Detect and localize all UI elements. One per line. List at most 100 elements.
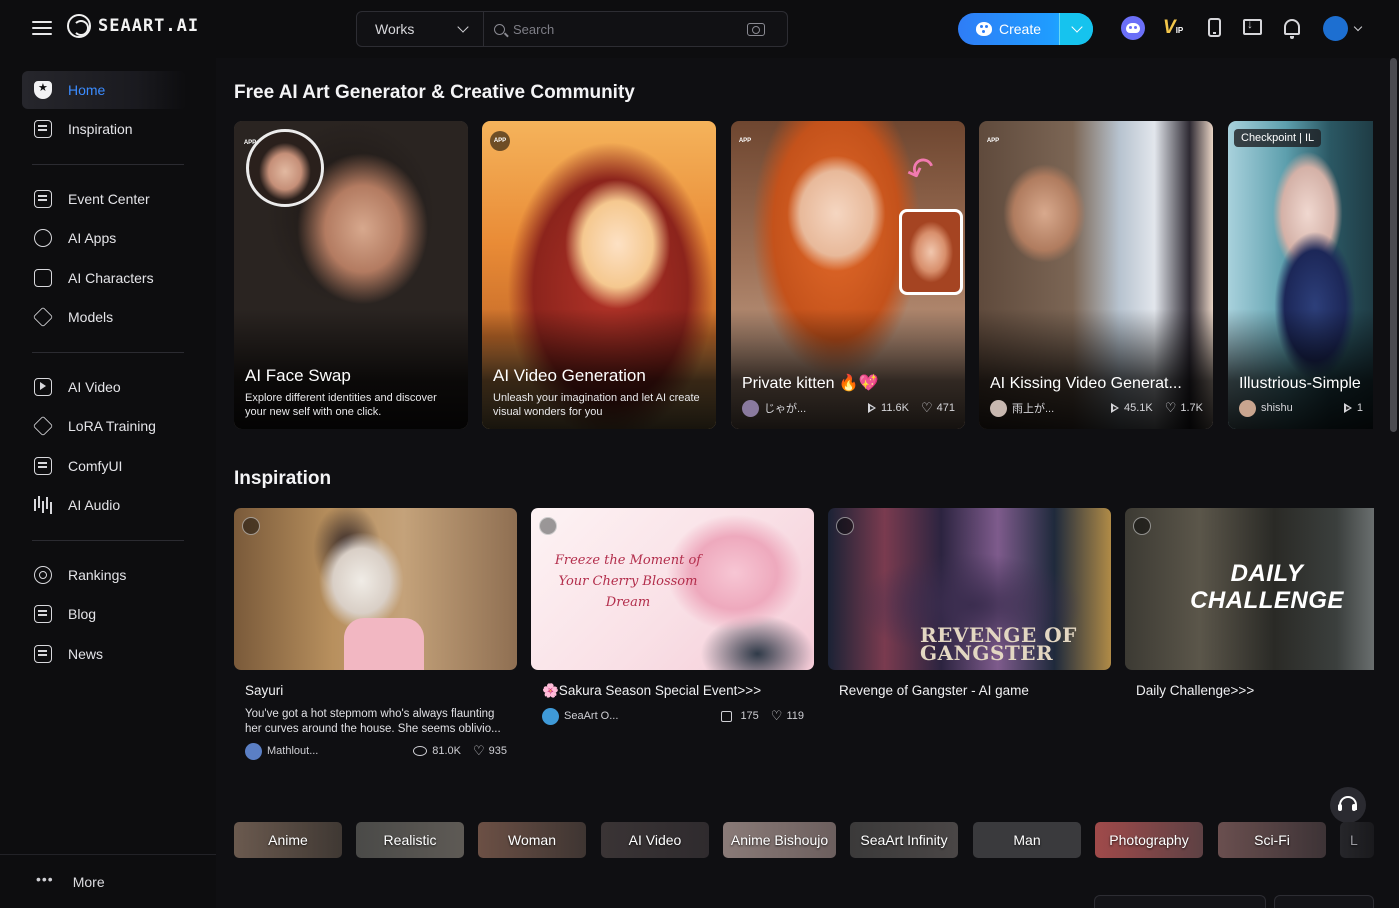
sidebar-item-lora-training[interactable]: LoRA Training <box>22 407 186 445</box>
face-preview <box>899 209 963 295</box>
author-name[interactable]: 雨上が... <box>1012 400 1111 416</box>
chip-ai-video[interactable]: AI Video <box>601 822 709 858</box>
create-label: Create <box>998 21 1042 37</box>
author-avatar[interactable] <box>542 707 559 725</box>
comfyui-icon <box>34 457 52 475</box>
heart-icon[interactable]: ♡ <box>921 401 933 414</box>
logo[interactable]: SEAART.AI <box>67 14 199 38</box>
sidebar-item-label: Blog <box>68 606 97 622</box>
inspiration-card-sakura[interactable]: Freeze the Moment of Your Cherry Blossom… <box>531 508 814 670</box>
chat-count: 81.0K <box>432 745 461 757</box>
sidebar-item-ai-apps[interactable]: AI Apps <box>22 219 186 257</box>
sidebar-item-blog[interactable]: Blog <box>22 595 186 633</box>
mobile-app-icon[interactable] <box>1208 18 1221 37</box>
create-main-button[interactable]: Create <box>958 13 1059 45</box>
play-count: 1 <box>1356 402 1363 414</box>
chip-sci-fi[interactable]: Sci-Fi <box>1218 822 1326 858</box>
filter-button[interactable] <box>1274 895 1374 908</box>
author-avatar[interactable] <box>245 742 262 760</box>
sidebar-item-label: ComfyUI <box>68 458 123 474</box>
author-avatar[interactable] <box>1239 399 1256 417</box>
thumbs-up-icon[interactable] <box>721 710 733 722</box>
work-card-illustrious[interactable]: Checkpoint | IL Illustrious-Simple shish… <box>1228 121 1373 429</box>
app-card-face-swap[interactable]: APP AI Face Swap Explore different ident… <box>234 121 468 429</box>
inspiration-card-title[interactable]: Sayuri <box>245 683 283 698</box>
play-count: 11.6K <box>881 402 909 414</box>
inspiration-card-title[interactable]: Daily Challenge>>> <box>1136 683 1254 698</box>
sidebar-item-ai-audio[interactable]: AI Audio <box>22 486 186 524</box>
chip-photography[interactable]: Photography <box>1095 822 1203 858</box>
search-filter-value: Works <box>375 21 415 37</box>
app-card-video-generation[interactable]: APP AI Video Generation Unleash your ima… <box>482 121 716 429</box>
sidebar-item-inspiration[interactable]: Inspiration <box>22 110 186 148</box>
customer-support-icon[interactable] <box>1330 787 1366 823</box>
inspiration-card-title[interactable]: 🌸Sakura Season Special Event>>> <box>542 683 761 699</box>
search-input[interactable] <box>513 21 743 37</box>
discord-icon[interactable] <box>1121 16 1145 40</box>
card-image-text: REVENGE OF GANGSTER <box>920 623 1077 665</box>
create-button[interactable]: Create <box>958 13 1093 45</box>
sidebar-item-event-center[interactable]: Event Center <box>22 180 186 218</box>
inspiration-card-gangster[interactable]: REVENGE OF GANGSTER <box>828 508 1111 670</box>
inspiration-card-meta: Mathlout... 81.0K ♡ 935 <box>245 742 507 760</box>
inspiration-card-title[interactable]: Revenge of Gangster - AI game <box>839 683 1029 698</box>
sidebar-item-rankings[interactable]: Rankings <box>22 556 186 594</box>
inspiration-card-sayuri[interactable] <box>234 508 517 670</box>
chip-more[interactable]: L <box>1340 822 1374 858</box>
menu-icon[interactable] <box>32 18 52 38</box>
search-icon <box>494 23 505 35</box>
sidebar-item-models[interactable]: Models <box>22 298 186 336</box>
heart-icon[interactable]: ♡ <box>473 744 485 757</box>
work-card-private-kitten[interactable]: ↶ APP Private kitten 🔥💖 じゃが... 11.6K ♡ 4… <box>731 121 965 429</box>
notification-bell-icon[interactable] <box>1284 19 1300 39</box>
author-name[interactable]: shishu <box>1261 402 1344 414</box>
card-description: Unleash your imagination and let AI crea… <box>493 392 700 418</box>
author-name[interactable]: SeaArt O... <box>564 710 721 722</box>
heart-icon[interactable]: ♡ <box>771 709 783 722</box>
heart-icon[interactable]: ♡ <box>1165 401 1177 414</box>
sidebar-item-label: AI Characters <box>68 270 154 286</box>
camera-icon[interactable] <box>747 23 765 36</box>
author-name[interactable]: じゃが... <box>764 400 868 416</box>
bottom-control-button[interactable] <box>1094 895 1266 908</box>
user-avatar[interactable] <box>1323 16 1348 41</box>
chip-seaart-infinity[interactable]: SeaArt Infinity <box>850 822 958 858</box>
divider <box>32 164 184 165</box>
checkpoint-badge: Checkpoint | IL <box>1234 129 1322 147</box>
sidebar-item-ai-video[interactable]: AI Video <box>22 368 186 406</box>
author-avatar[interactable] <box>990 399 1007 417</box>
chevron-down-icon[interactable] <box>1353 22 1363 32</box>
more-button[interactable]: ••• More <box>0 854 216 908</box>
vip-label: V <box>1163 17 1176 38</box>
create-dropdown-button[interactable] <box>1059 13 1093 45</box>
sidebar-item-label: Home <box>68 82 106 98</box>
card-meta: shishu 1 <box>1239 399 1363 417</box>
inspiration-card-daily-challenge[interactable]: DAILY CHALLENGE <box>1125 508 1374 670</box>
sidebar-item-label: AI Apps <box>68 230 117 246</box>
like-count: 119 <box>786 710 804 722</box>
search-filter-select[interactable]: Works <box>357 12 484 46</box>
thumbs-count: 175 <box>740 710 759 722</box>
sidebar-item-comfyui[interactable]: ComfyUI <box>22 447 186 485</box>
sidebar-item-label: Event Center <box>68 191 150 207</box>
author-avatar[interactable] <box>742 399 759 417</box>
author-name[interactable]: Mathlout... <box>267 745 413 757</box>
chip-man[interactable]: Man <box>973 822 1081 858</box>
chevron-down-icon <box>457 21 469 33</box>
chip-realistic[interactable]: Realistic <box>356 822 464 858</box>
work-card-kissing-video[interactable]: APP AI Kissing Video Generat... 雨上が... 4… <box>979 121 1213 429</box>
news-icon <box>34 645 52 663</box>
chip-anime[interactable]: Anime <box>234 822 342 858</box>
scrollbar[interactable] <box>1390 58 1397 432</box>
sidebar-item-news[interactable]: News <box>22 635 186 673</box>
vip-icon[interactable]: VIP <box>1163 17 1185 39</box>
app-badge: APP <box>243 140 257 146</box>
download-icon[interactable] <box>1243 17 1262 35</box>
sidebar-item-home[interactable]: Home <box>22 71 186 109</box>
inspiration-icon <box>34 120 52 138</box>
arrow-icon: ↶ <box>901 148 942 194</box>
sidebar-item-ai-characters[interactable]: AI Characters <box>22 259 186 297</box>
chip-anime-bishoujo[interactable]: Anime Bishoujo <box>723 822 836 858</box>
chip-woman[interactable]: Woman <box>478 822 586 858</box>
sidebar-item-label: News <box>68 646 104 662</box>
